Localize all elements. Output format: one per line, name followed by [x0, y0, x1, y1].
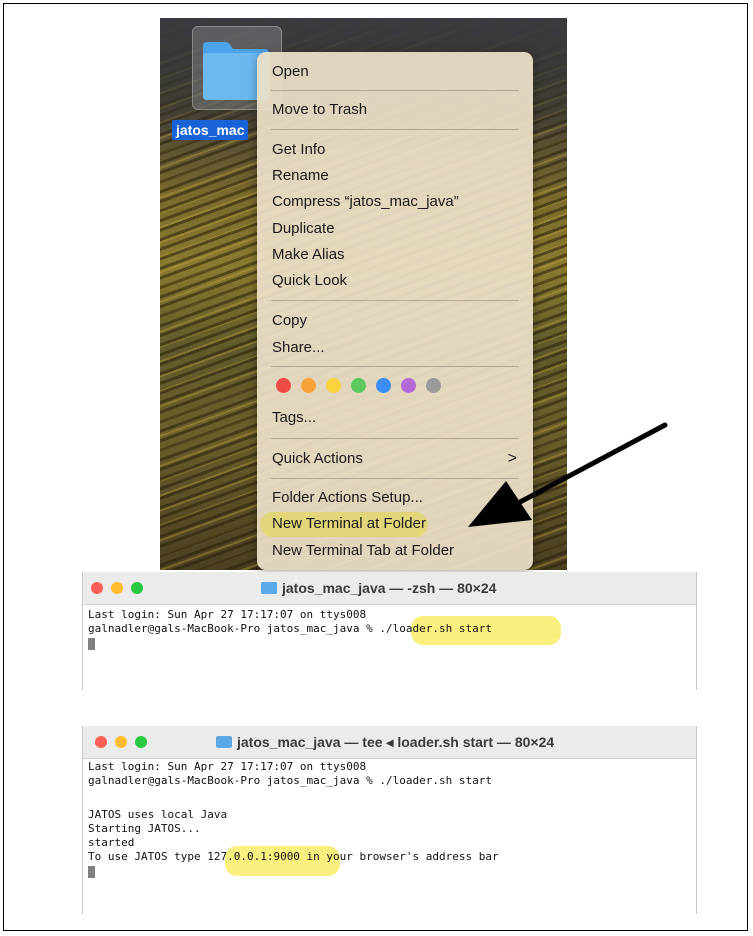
terminal-cursor [88, 866, 95, 878]
zoom-button[interactable] [135, 736, 147, 748]
folder-icon [216, 736, 232, 748]
menu-item-folder-actions-setup[interactable]: Folder Actions Setup... [272, 488, 423, 508]
terminal-line: galnadler@gals-MacBook-Pro jatos_mac_jav… [88, 774, 492, 787]
terminal-cursor [88, 638, 95, 650]
terminal-text: in your browser's address bar [299, 850, 499, 863]
terminal-title-bar: jatos_mac_java — tee ◂ loader.sh start —… [83, 726, 696, 759]
terminal-line: galnadler@gals-MacBook-Pro jatos_mac_jav… [88, 622, 492, 636]
menu-item-move-to-trash[interactable]: Move to Trash [272, 100, 367, 120]
tag-green-dot[interactable] [351, 378, 366, 393]
tag-purple-dot[interactable] [401, 378, 416, 393]
terminal-line: Last login: Sun Apr 27 17:17:07 on ttys0… [88, 760, 367, 773]
close-button[interactable] [95, 736, 107, 748]
menu-item-get-info[interactable]: Get Info [272, 140, 325, 160]
minimize-button[interactable] [115, 736, 127, 748]
terminal-line: Last login: Sun Apr 27 17:17:07 on ttys0… [88, 608, 367, 621]
menu-separator [271, 300, 519, 301]
terminal-line: To use JATOS type 127.0.0.1:9000 in your… [88, 850, 499, 864]
terminal-line: Starting JATOS... [88, 822, 201, 835]
menu-separator [271, 366, 519, 367]
menu-item-make-alias[interactable]: Make Alias [272, 245, 345, 265]
terminal-prompt: galnadler@gals-MacBook-Pro jatos_mac_jav… [88, 622, 380, 635]
menu-item-share[interactable]: Share... [272, 338, 325, 358]
terminal-title: jatos_mac_java — -zsh — 80×24 [261, 579, 496, 597]
terminal-title-bar: jatos_mac_java — -zsh — 80×24 [83, 572, 696, 605]
menu-separator [271, 129, 519, 130]
terminal-text: To use JATOS type [88, 850, 208, 863]
jatos-url: 127.0.0.1:9000 [207, 850, 300, 863]
zoom-button[interactable] [131, 582, 143, 594]
tag-yellow-dot[interactable] [326, 378, 341, 393]
tag-blue-dot[interactable] [376, 378, 391, 393]
menu-item-tags[interactable]: Tags... [272, 408, 316, 428]
folder-icon [261, 582, 277, 594]
menu-item-new-terminal-tab-at-folder[interactable]: New Terminal Tab at Folder [272, 541, 454, 561]
tag-orange-dot[interactable] [301, 378, 316, 393]
terminal-window-1[interactable]: jatos_mac_java — -zsh — 80×24 Last login… [82, 572, 697, 690]
menu-item-quick-look[interactable]: Quick Look [272, 271, 347, 291]
menu-item-open[interactable]: Open [272, 62, 309, 82]
terminal-line: started [88, 836, 135, 849]
terminal-window-2[interactable]: jatos_mac_java — tee ◂ loader.sh start —… [82, 726, 697, 914]
menu-item-duplicate[interactable]: Duplicate [272, 219, 335, 239]
terminal-title: jatos_mac_java — tee ◂ loader.sh start —… [216, 733, 554, 751]
terminal-title-text: jatos_mac_java — tee ◂ loader.sh start —… [237, 734, 555, 750]
menu-item-compress[interactable]: Compress “jatos_mac_java” [272, 192, 459, 212]
menu-item-new-terminal-at-folder[interactable]: New Terminal at Folder [272, 514, 426, 534]
close-button[interactable] [91, 582, 103, 594]
annotation-arrow-icon [468, 422, 668, 527]
menu-separator [271, 90, 519, 91]
terminal-title-text: jatos_mac_java — -zsh — 80×24 [282, 580, 497, 596]
menu-item-rename[interactable]: Rename [272, 166, 329, 186]
tag-gray-dot[interactable] [426, 378, 441, 393]
menu-item-quick-actions[interactable]: Quick Actions [272, 449, 363, 469]
tag-red-dot[interactable] [276, 378, 291, 393]
minimize-button[interactable] [111, 582, 123, 594]
folder-name-label[interactable]: jatos_mac [172, 120, 249, 140]
terminal-command: ./loader.sh start [379, 622, 492, 635]
terminal-line: JATOS uses local Java [88, 808, 228, 821]
menu-item-copy[interactable]: Copy [272, 311, 307, 331]
